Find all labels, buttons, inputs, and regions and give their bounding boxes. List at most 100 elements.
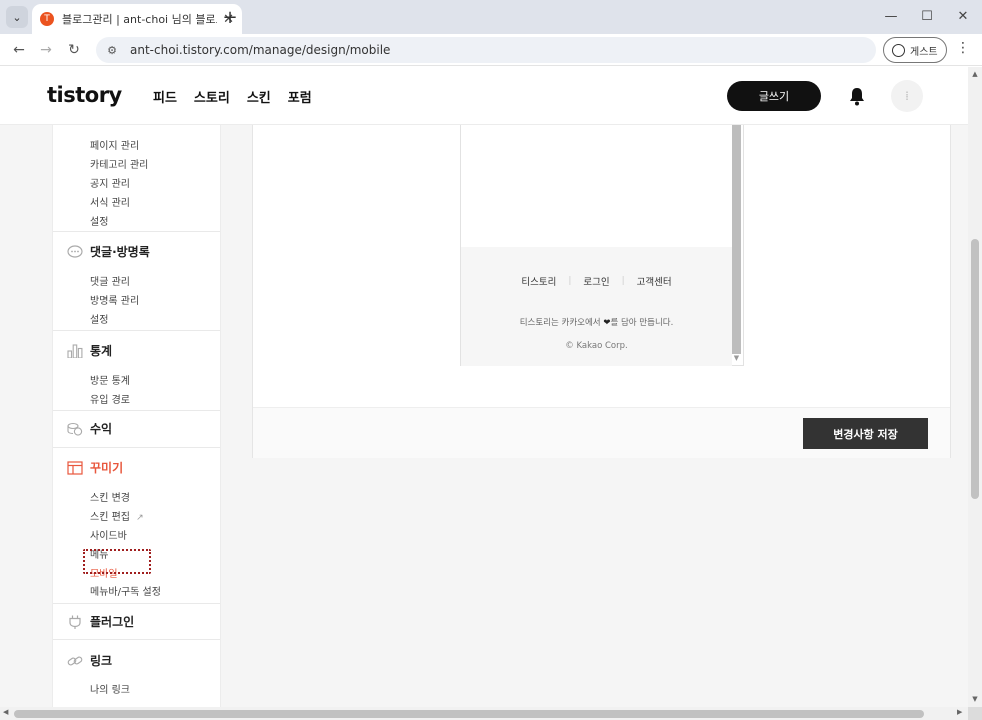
sidebar-item-my-link[interactable]: 나의 링크: [90, 681, 130, 696]
sidebar-item-skin-change[interactable]: 스킨 변경: [90, 489, 130, 504]
reload-icon[interactable]: ↻: [63, 39, 85, 61]
browser-tab-strip: ⌄ T 블로그관리 | ant-choi 님의 블로그 ✕ + — ☐ ✕: [0, 0, 982, 34]
scroll-right-arrow-icon[interactable]: ▶: [957, 708, 962, 716]
made-prefix: 티스토리는 카카오에서: [519, 318, 601, 328]
sidebar-group-label: 플러그인: [90, 615, 135, 629]
sidebar-group-label: 꾸미기: [90, 461, 124, 475]
sidebar-group-label: 수익: [90, 422, 113, 436]
browser-toolbar: ← → ↻ ⚙ ant-choi.tistory.com/manage/desi…: [0, 34, 982, 66]
tistory-logo[interactable]: tistory: [47, 83, 122, 107]
tistory-favicon-icon: T: [40, 12, 54, 26]
made-with-love-text: 티스토리는 카카오에서 ❤를 담아 만듭니다.: [461, 316, 732, 328]
sidebar-item-menubar-subscribe[interactable]: 메뉴바/구독 설정: [90, 583, 161, 598]
sidebar-divider: [53, 330, 220, 331]
external-link-icon: ↗: [136, 513, 144, 523]
link-icon: [67, 656, 83, 665]
scroll-down-arrow-icon[interactable]: ▼: [732, 354, 741, 364]
profile-button[interactable]: 게스트: [883, 37, 947, 63]
sidebar-item-page[interactable]: 페이지 관리: [90, 137, 139, 152]
url-text: ant-choi.tistory.com/manage/design/mobil…: [130, 43, 391, 57]
scroll-up-arrow-icon[interactable]: ▲: [968, 70, 982, 78]
mobile-preview[interactable]: 티스토리 | 로그인 | 고객센터 티스토리는 카카오에서 ❤를 담아 만듭니다…: [460, 125, 744, 366]
footer-separator: |: [621, 276, 625, 286]
sidebar-group-comments[interactable]: 댓글·방명록: [67, 243, 150, 260]
sidebar-divider: [53, 231, 220, 232]
horizontal-scroll-thumb[interactable]: [14, 710, 924, 718]
window-close-icon[interactable]: ✕: [948, 6, 978, 26]
panel-footer: 변경사항 저장: [253, 407, 950, 458]
footer-link-support[interactable]: 고객센터: [637, 274, 672, 288]
comment-icon: [67, 244, 83, 258]
footer-link-login[interactable]: 로그인: [583, 274, 609, 288]
sidebar-item-referrer[interactable]: 유입 경로: [90, 391, 130, 406]
sidebar-item-label: 스킨 편집: [90, 512, 130, 523]
sidebar-group-label: 링크: [90, 654, 113, 668]
sidebar-group-label: 댓글·방명록: [90, 245, 150, 259]
sidebar-item-template[interactable]: 서식 관리: [90, 194, 130, 209]
sidebar-group-decorate[interactable]: 꾸미기: [67, 459, 123, 476]
new-tab-icon[interactable]: +: [220, 7, 240, 28]
preview-footer-links: 티스토리 | 로그인 | 고객센터: [461, 274, 732, 288]
plug-icon: [69, 615, 81, 629]
sidebar-item-comment-settings[interactable]: 설정: [90, 311, 108, 326]
notification-bell-icon[interactable]: [848, 86, 866, 106]
profile-icon: [892, 43, 905, 57]
sidebar-item-guestbook[interactable]: 방명록 관리: [90, 292, 139, 307]
maximize-icon[interactable]: ☐: [912, 6, 942, 26]
avatar[interactable]: ⁞: [891, 80, 923, 112]
admin-sidebar: 페이지 관리 카테고리 관리 공지 관리 서식 관리 설정 댓글·방명록 댓글 …: [52, 125, 221, 707]
scroll-down-arrow-icon[interactable]: ▼: [968, 695, 982, 703]
sidebar-item-skin-edit[interactable]: 스킨 편집 ↗: [90, 508, 144, 523]
sidebar-group-label: 통계: [90, 344, 113, 358]
sidebar-group-link[interactable]: 링크: [67, 652, 112, 669]
browser-menu-icon[interactable]: ⋮: [956, 40, 970, 56]
tab-search-icon[interactable]: ⌄: [6, 6, 28, 28]
profile-label: 게스트: [910, 46, 938, 58]
footer-link-tistory[interactable]: 티스토리: [521, 274, 556, 288]
write-button[interactable]: 글쓰기: [727, 81, 821, 111]
sidebar-item-category[interactable]: 카테고리 관리: [90, 156, 148, 171]
site-header: tistory 피드 스토리 스킨 포럼 글쓰기 ⁞: [0, 67, 968, 125]
sidebar-group-plugin[interactable]: 플러그인: [67, 613, 134, 630]
back-icon[interactable]: ←: [8, 39, 30, 61]
coin-icon: [67, 422, 83, 436]
sidebar-group-revenue[interactable]: 수익: [67, 420, 112, 437]
nav-story[interactable]: 스토리: [194, 87, 230, 106]
focus-outline: [83, 549, 151, 574]
vertical-scroll-thumb[interactable]: [971, 239, 979, 499]
sidebar-item-content-settings[interactable]: 설정: [90, 213, 108, 228]
copyright: © Kakao Corp.: [565, 341, 628, 351]
preview-footer: 티스토리 | 로그인 | 고객센터 티스토리는 카카오에서 ❤를 담아 만듭니다…: [461, 247, 732, 366]
mobile-settings-panel: 티스토리 | 로그인 | 고객센터 티스토리는 카카오에서 ❤를 담아 만듭니다…: [252, 125, 951, 458]
sidebar-group-stats[interactable]: 통계: [67, 342, 112, 359]
made-suffix: 를 담아 만듭니다.: [610, 318, 674, 328]
global-nav: 피드 스토리 스킨 포럼: [153, 87, 312, 106]
nav-skin[interactable]: 스킨: [247, 87, 271, 106]
tab-title: 블로그관리 | ant-choi 님의 블로그: [62, 13, 218, 26]
page-viewport: tistory 피드 스토리 스킨 포럼 글쓰기 ⁞ 페이지 관리 카테고리 관…: [0, 67, 968, 707]
sidebar-divider: [53, 639, 220, 640]
sidebar-item-notice[interactable]: 공지 관리: [90, 175, 130, 190]
nav-forum[interactable]: 포럼: [288, 87, 312, 106]
scroll-left-arrow-icon[interactable]: ◀: [3, 708, 8, 716]
address-bar[interactable]: ⚙ ant-choi.tistory.com/manage/design/mob…: [96, 37, 876, 63]
sidebar-divider: [53, 603, 220, 604]
page-vertical-scrollbar[interactable]: ▲ ▼: [968, 67, 982, 707]
nav-feed[interactable]: 피드: [153, 87, 177, 106]
bar-chart-icon: [67, 343, 83, 358]
sidebar-divider: [53, 447, 220, 448]
forward-icon[interactable]: →: [35, 39, 57, 61]
minimize-icon[interactable]: —: [876, 6, 906, 26]
sidebar-item-sidebar[interactable]: 사이드바: [90, 527, 127, 542]
preview-scrollbar[interactable]: [732, 125, 741, 354]
save-changes-button[interactable]: 변경사항 저장: [803, 418, 928, 449]
browser-tab[interactable]: T 블로그관리 | ant-choi 님의 블로그 ✕: [32, 4, 242, 34]
scrollbar-corner: [968, 707, 982, 720]
sidebar-item-visit-stats[interactable]: 방문 통계: [90, 372, 130, 387]
sidebar-item-comments[interactable]: 댓글 관리: [90, 273, 130, 288]
site-info-icon[interactable]: ⚙: [104, 42, 120, 58]
sidebar-divider: [53, 410, 220, 411]
layout-icon: [67, 460, 83, 475]
footer-separator: |: [568, 276, 572, 286]
page-horizontal-scrollbar[interactable]: ◀ ▶: [0, 707, 968, 720]
